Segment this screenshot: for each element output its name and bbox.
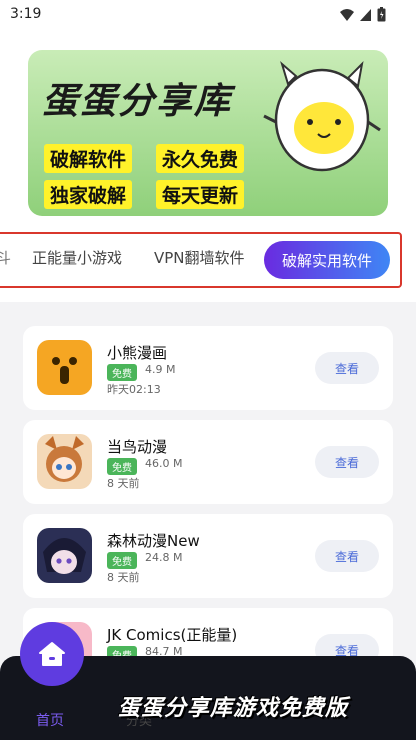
app-icon-bear bbox=[37, 340, 92, 395]
banner-tag: 独家破解 bbox=[44, 180, 133, 209]
app-icon-anime-girl bbox=[37, 434, 92, 489]
app-name: 小熊漫画 bbox=[107, 344, 168, 362]
app-card[interactable]: 小熊漫画 免费 4.9 M 昨天02:13 查看 bbox=[23, 326, 393, 410]
app-name: JK Comics(正能量) bbox=[107, 626, 238, 644]
banner-tag: 永久免费 bbox=[156, 144, 245, 173]
app-size: 4.9 M bbox=[145, 363, 176, 376]
app-name: 森林动漫New bbox=[107, 532, 200, 550]
tab-games[interactable]: 正能量小游戏 bbox=[32, 247, 122, 268]
header-section: 蛋蛋分享库 破解软件 永久免费 独家破解 每天更新 斗 正能量小游戏 VPN翻墙… bbox=[0, 30, 416, 302]
app-date: 昨天02:13 bbox=[107, 383, 161, 396]
banner-title: 蛋蛋分享库 bbox=[42, 80, 233, 122]
free-badge: 免费 bbox=[107, 552, 137, 569]
app-name: 当鸟动漫 bbox=[107, 438, 168, 456]
app-size: 24.8 M bbox=[145, 551, 183, 564]
signal-icon bbox=[360, 8, 371, 21]
status-time: 3:19 bbox=[10, 6, 42, 22]
category-tabs: 斗 正能量小游戏 VPN翻墙软件 破解实用软件 bbox=[0, 232, 402, 288]
app-icon-anime-boy bbox=[37, 528, 92, 583]
promo-banner[interactable]: 蛋蛋分享库 破解软件 永久免费 独家破解 每天更新 bbox=[28, 50, 388, 216]
home-button[interactable] bbox=[20, 622, 84, 686]
egg-mascot-icon bbox=[263, 61, 381, 172]
free-badge: 免费 bbox=[107, 364, 137, 381]
view-button[interactable]: 查看 bbox=[315, 352, 379, 384]
app-card[interactable]: 森林动漫New 免费 24.8 M 8 天前 查看 bbox=[23, 514, 393, 598]
app-date: 8 天前 bbox=[107, 571, 140, 584]
nav-home-label[interactable]: 首页 bbox=[36, 710, 64, 730]
app-size: 46.0 M bbox=[145, 457, 183, 470]
view-button[interactable]: 查看 bbox=[315, 446, 379, 478]
free-badge: 免费 bbox=[107, 458, 137, 475]
tab-partial[interactable]: 斗 bbox=[0, 247, 11, 268]
battery-icon bbox=[377, 7, 386, 22]
app-date: 8 天前 bbox=[107, 477, 140, 490]
app-card[interactable]: 当鸟动漫 免费 46.0 M 8 天前 查看 bbox=[23, 420, 393, 504]
wifi-icon bbox=[340, 8, 354, 21]
tab-vpn[interactable]: VPN翻墙软件 bbox=[154, 247, 245, 268]
tab-cracked-apps[interactable]: 破解实用软件 bbox=[264, 241, 390, 279]
status-bar: 3:19 bbox=[0, 0, 416, 30]
home-icon bbox=[39, 642, 65, 666]
view-button[interactable]: 查看 bbox=[315, 540, 379, 572]
banner-tag: 破解软件 bbox=[44, 144, 133, 173]
watermark-text: 蛋蛋分享库游戏免费版 bbox=[118, 695, 349, 721]
banner-tag: 每天更新 bbox=[156, 180, 245, 209]
status-icons bbox=[340, 7, 386, 22]
